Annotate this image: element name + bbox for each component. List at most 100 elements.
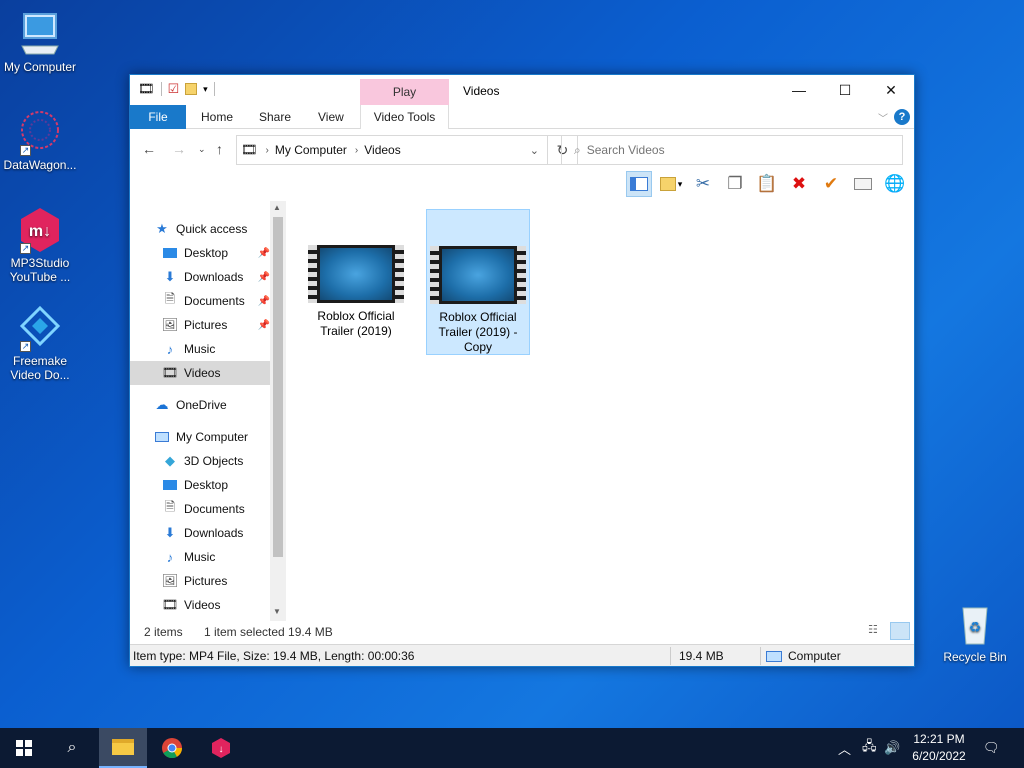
nav-item-pc-desktop[interactable]: Desktop bbox=[162, 473, 270, 497]
file-name: Roblox Official Trailer (2019) - Copy bbox=[438, 310, 518, 354]
nav-item-pc-pictures[interactable]: 🖼 Pictures bbox=[162, 569, 270, 593]
taskbar-chrome[interactable] bbox=[148, 728, 196, 768]
nav-item-pictures[interactable]: 🖼 Pictures 📌 bbox=[162, 313, 270, 337]
search-box[interactable]: ⌕ bbox=[561, 135, 903, 165]
tab-video-tools[interactable]: Video Tools bbox=[360, 105, 449, 129]
nav-item-downloads[interactable]: ⬇ Downloads 📌 bbox=[162, 265, 270, 289]
svg-text:m↓: m↓ bbox=[29, 223, 51, 240]
volume-icon[interactable]: 🔊 bbox=[884, 728, 900, 768]
recent-locations-chevron-icon[interactable]: ⌄ bbox=[198, 144, 206, 155]
details-view-button[interactable]: ☷ bbox=[868, 623, 886, 639]
taskbar-file-explorer[interactable] bbox=[99, 728, 147, 768]
large-icons-view-button[interactable] bbox=[890, 622, 910, 640]
scroll-up-icon[interactable]: ▲ bbox=[273, 203, 281, 212]
file-item-selected[interactable]: Roblox Official Trailer (2019) - Copy bbox=[426, 209, 530, 355]
mp3studio-icon: ↓ bbox=[212, 738, 230, 758]
items-count: 2 items bbox=[144, 625, 183, 639]
cut-button[interactable]: ✂ bbox=[690, 171, 716, 197]
search-button[interactable]: ⌕ bbox=[48, 728, 96, 768]
network-button[interactable]: 🌐 bbox=[882, 171, 908, 197]
network-icon[interactable]: 🖧 bbox=[862, 728, 877, 768]
up-arrow-icon[interactable]: ↑ bbox=[216, 141, 223, 157]
address-bar[interactable]: 🎞 › My Computer › Videos ⌄ bbox=[236, 135, 548, 165]
taskbar-clock[interactable]: 12:21 PM 6/20/2022 bbox=[900, 731, 978, 765]
nav-item-pc-videos[interactable]: 🎞 Videos bbox=[162, 593, 270, 617]
search-input[interactable] bbox=[586, 143, 877, 157]
nav-item-pc-documents[interactable]: 🗎 Documents bbox=[162, 497, 270, 521]
properties-button[interactable] bbox=[850, 171, 876, 197]
freemake-icon: ↗ bbox=[16, 304, 64, 352]
file-item[interactable]: Roblox Official Trailer (2019) bbox=[304, 209, 408, 339]
nav-label: Downloads bbox=[184, 270, 244, 284]
video-folder-icon: 🎞 bbox=[138, 81, 155, 96]
nav-item-desktop[interactable]: Desktop 📌 bbox=[162, 241, 270, 265]
search-icon: ⌕ bbox=[67, 739, 77, 756]
nav-item-videos[interactable]: 🎞 Videos bbox=[130, 361, 270, 385]
content-area: ★ Quick access Desktop 📌 ⬇ Downloads 📌 🗎… bbox=[130, 201, 914, 621]
nav-item-documents[interactable]: 🗎 Documents 📌 bbox=[162, 289, 270, 313]
nav-label: Music bbox=[184, 550, 216, 564]
nav-quick-access[interactable]: ★ Quick access bbox=[154, 217, 270, 241]
customize-qat-chevron-icon[interactable]: ▾ bbox=[203, 84, 208, 95]
expand-ribbon-icon[interactable]: ﹀ bbox=[878, 110, 888, 125]
film-icon: 🎞 bbox=[161, 597, 179, 612]
nav-item-pc-music[interactable]: ♪ Music bbox=[162, 545, 270, 569]
back-arrow-icon[interactable]: ← bbox=[142, 141, 156, 157]
properties-icon[interactable]: ☑ bbox=[168, 81, 180, 97]
tab-home[interactable]: Home bbox=[201, 105, 233, 129]
preview-pane-button[interactable] bbox=[626, 171, 652, 197]
tab-file[interactable]: File bbox=[130, 105, 186, 129]
shortcut-arrow-icon: ↗ bbox=[20, 145, 31, 156]
layout-button[interactable]: ▾ bbox=[658, 171, 684, 197]
minimize-button[interactable]: — bbox=[776, 75, 822, 105]
rename-button[interactable]: ✔ bbox=[818, 171, 844, 197]
divider bbox=[760, 647, 761, 665]
taskbar-mp3studio[interactable]: ↓ bbox=[197, 728, 245, 768]
scroll-down-icon[interactable]: ▼ bbox=[273, 607, 281, 616]
status-line: 2 items 1 item selected 19.4 MB ☷ bbox=[130, 621, 914, 643]
desktop-icon-datawagon[interactable]: ↗ DataWagon... bbox=[0, 108, 80, 172]
show-hidden-icons-chevron-icon[interactable]: ︿ bbox=[838, 728, 851, 768]
layout-icon bbox=[659, 177, 676, 191]
start-button[interactable] bbox=[0, 728, 48, 768]
forward-arrow-icon[interactable]: → bbox=[172, 141, 186, 157]
mp3studio-icon: m↓ ↗ bbox=[16, 206, 64, 254]
nav-item-3d-objects[interactable]: ◆ 3D Objects bbox=[162, 449, 270, 473]
help-icon[interactable]: ? bbox=[894, 109, 910, 125]
maximize-button[interactable]: ☐ bbox=[822, 75, 868, 105]
breadcrumb-separator-icon[interactable]: › bbox=[266, 145, 269, 156]
nav-scrollbar[interactable]: ▲ ▼ bbox=[270, 201, 286, 621]
tab-view[interactable]: View bbox=[318, 105, 344, 129]
command-toolbar: ▾ ✂ ❐ 📋 ✖ ✔ 🌐 bbox=[130, 169, 914, 201]
new-folder-icon[interactable] bbox=[185, 83, 198, 95]
desktop-icon-mp3studio[interactable]: m↓ ↗ MP3Studio YouTube ... bbox=[0, 206, 80, 284]
document-icon: 🗎 bbox=[164, 291, 176, 306]
breadcrumb-my-computer[interactable]: My Computer bbox=[275, 143, 347, 157]
file-list: Roblox Official Trailer (2019) Roblox Of… bbox=[288, 201, 914, 621]
delete-button[interactable]: ✖ bbox=[786, 171, 812, 197]
desktop-icon-recycle-bin[interactable]: ♻ Recycle Bin bbox=[935, 600, 1015, 664]
scissors-icon: ✂ bbox=[695, 174, 711, 193]
desktop-icon-freemake[interactable]: ↗ Freemake Video Do... bbox=[0, 304, 80, 382]
paste-button[interactable]: 📋 bbox=[754, 171, 780, 197]
tab-share[interactable]: Share bbox=[259, 105, 291, 129]
nav-my-computer[interactable]: My Computer bbox=[154, 425, 270, 449]
close-button[interactable]: ✕ bbox=[868, 75, 914, 105]
desktop-icon bbox=[162, 477, 178, 493]
nav-onedrive[interactable]: ☁ OneDrive bbox=[154, 393, 270, 417]
nav-item-music[interactable]: ♪ Music bbox=[162, 337, 270, 361]
clipboard-icon: 📋 bbox=[756, 174, 778, 193]
globe-icon: 🌐 bbox=[884, 174, 906, 193]
address-dropdown-chevron-icon[interactable]: ⌄ bbox=[530, 144, 539, 157]
breadcrumb-videos[interactable]: Videos bbox=[364, 143, 400, 157]
breadcrumb-separator-icon[interactable]: › bbox=[355, 145, 358, 156]
copy-button[interactable]: ❐ bbox=[722, 171, 748, 197]
notifications-icon[interactable]: 🗨 bbox=[983, 728, 1000, 768]
nav-item-pc-downloads[interactable]: ⬇ Downloads bbox=[162, 521, 270, 545]
scrollbar-thumb[interactable] bbox=[273, 217, 283, 557]
desktop-icon-my-computer[interactable]: My Computer bbox=[0, 10, 80, 74]
chrome-icon bbox=[162, 738, 183, 759]
explorer-window: 🎞 ☑ ▾ Play Videos — ☐ ✕ File Home Share … bbox=[129, 74, 915, 667]
desktop-icon-label: MP3Studio YouTube ... bbox=[9, 256, 71, 284]
nav-label: Pictures bbox=[184, 574, 228, 588]
